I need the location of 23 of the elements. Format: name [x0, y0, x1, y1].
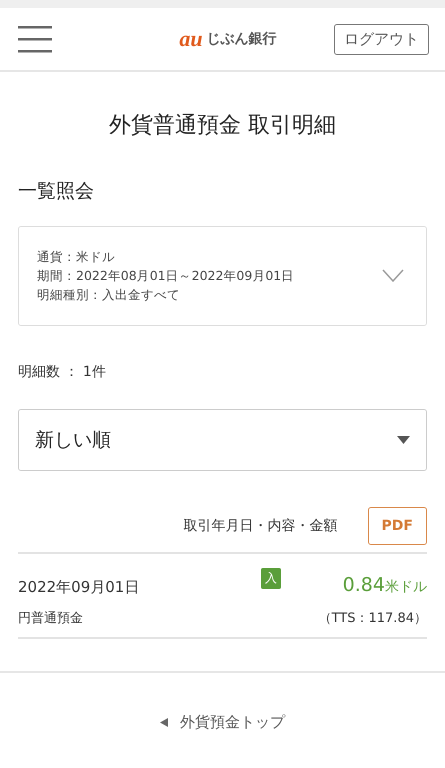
column-header: 取引年月日・内容・金額 [184, 517, 338, 535]
logo-mark: au [179, 26, 203, 52]
filter-panel[interactable]: 通貨：米ドル 期間：2022年08月01日～2022年09月01日 明細種別：入出金すべて [18, 226, 427, 326]
amount: 0.84 [342, 574, 385, 596]
result-count: 明細数 ： 1件 [18, 363, 107, 381]
menu-icon[interactable] [18, 24, 52, 54]
exchange-rate: （TTS：117.84） [318, 610, 427, 627]
account-name: 円普通預金 [18, 610, 83, 627]
caret-icon [397, 436, 410, 444]
transaction-date: 2022年09月01日 [18, 578, 140, 597]
filter-line: 期間：2022年08月01日～2022年09月01日 [37, 268, 294, 284]
sort-select[interactable]: 新しい順 [18, 409, 427, 471]
deposit-badge: 入 [261, 568, 282, 589]
logo-text: じぶん銀行 [206, 30, 277, 48]
chevron-icon [382, 269, 404, 283]
filter-line: 明細種別：入出金すべて [37, 286, 181, 304]
back-link[interactable]: 外貨預金トップ [0, 713, 445, 732]
left-triangle-icon [160, 718, 168, 727]
page-title: 外貨普通預金 取引明細 [108, 112, 337, 140]
currency: 米ドル [384, 578, 427, 596]
logout-button[interactable]: ログアウト [334, 24, 429, 54]
section-title: 一覧照会 [18, 179, 95, 204]
filter-line: 通貨：米ドル [37, 248, 116, 266]
